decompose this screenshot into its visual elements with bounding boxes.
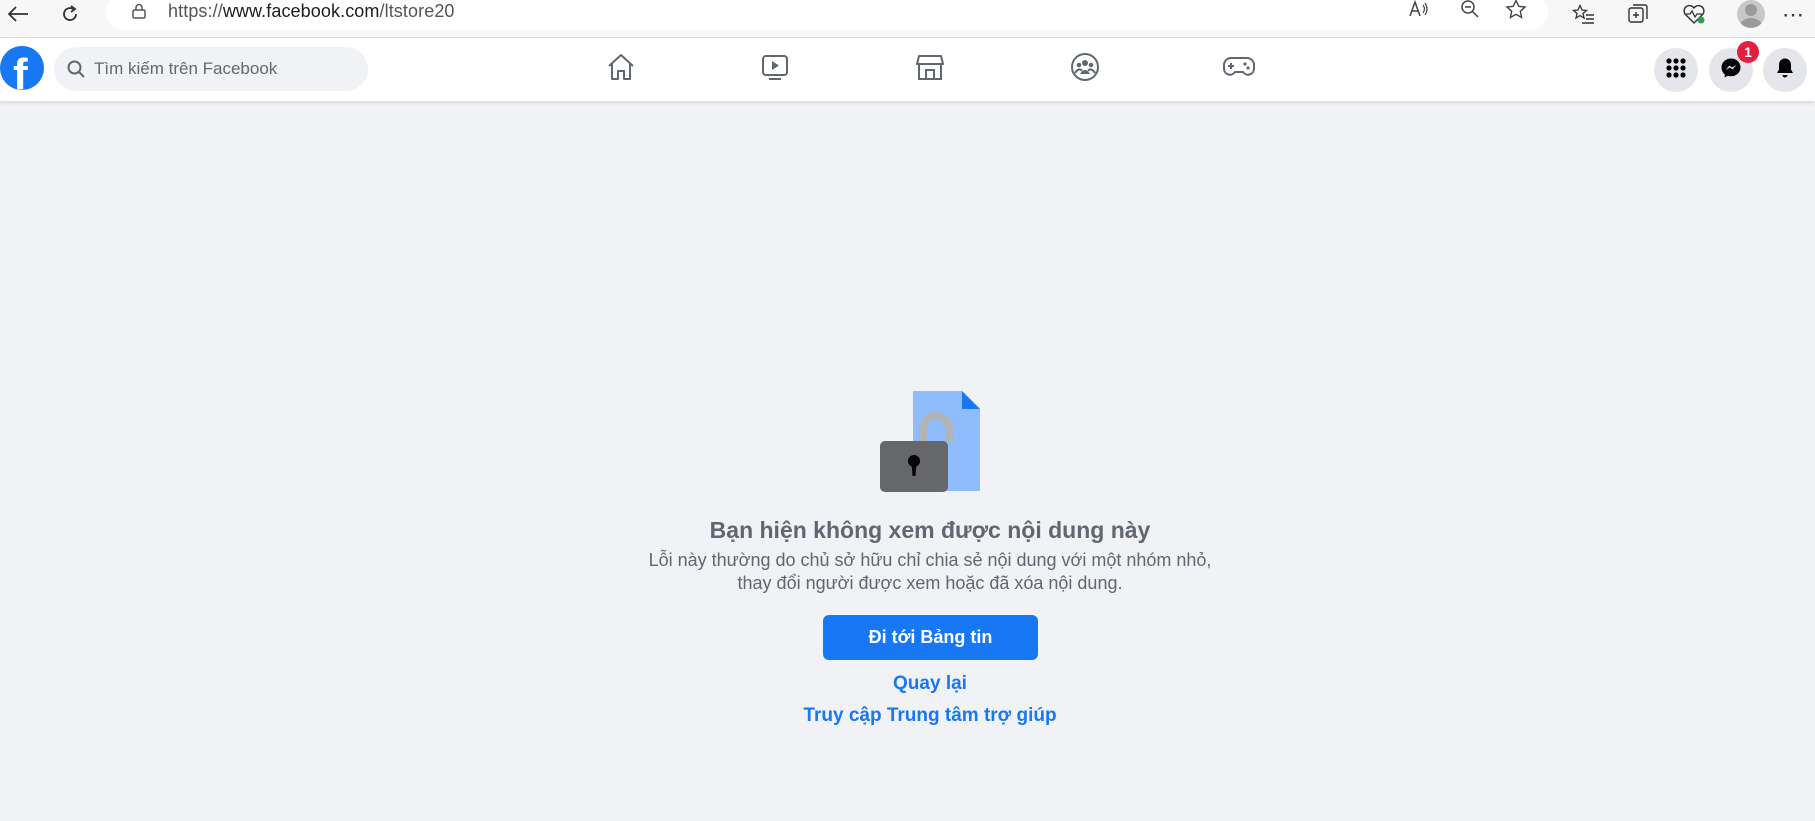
go-back-link[interactable]: Quay lại — [0, 673, 1815, 695]
facebook-header: f 1 — [0, 38, 1815, 101]
zoom-out-icon[interactable] — [1455, 0, 1485, 22]
home-icon — [606, 53, 636, 86]
refresh-icon[interactable] — [52, 0, 88, 28]
marketplace-icon — [915, 53, 945, 86]
tab-home[interactable] — [565, 38, 677, 101]
grid-menu-icon — [1665, 57, 1687, 84]
content-unavailable-panel: Bạn hiện không xem được nội dung này Lỗi… — [0, 101, 1815, 821]
search-input[interactable] — [94, 47, 354, 91]
browser-essentials-icon[interactable] — [1676, 0, 1712, 28]
facebook-logo[interactable]: f — [0, 46, 44, 90]
notifications-button[interactable] — [1763, 48, 1807, 92]
search-icon — [66, 59, 86, 79]
help-center-link[interactable]: Truy cập Trung tâm trợ giúp — [0, 705, 1815, 727]
favorites-list-icon[interactable] — [1566, 0, 1602, 28]
url-path: /ltstore20 — [379, 1, 455, 21]
bell-icon — [1775, 57, 1795, 84]
facebook-search[interactable] — [54, 47, 368, 91]
browser-toolbar: https://www.facebook.com/ltstore20 ⋯ — [0, 0, 1815, 38]
collections-icon[interactable] — [1620, 0, 1656, 28]
read-aloud-icon[interactable] — [1404, 0, 1434, 22]
messenger-icon — [1720, 57, 1742, 84]
lock-icon[interactable] — [128, 0, 150, 22]
gaming-icon — [1222, 54, 1256, 85]
go-to-news-feed-button[interactable]: Đi tới Bảng tin — [823, 615, 1038, 660]
more-options-icon[interactable]: ⋯ — [1782, 2, 1805, 28]
address-bar[interactable]: https://www.facebook.com/ltstore20 — [106, 0, 1548, 30]
tab-video[interactable] — [719, 38, 831, 101]
favorite-star-icon[interactable] — [1501, 0, 1531, 22]
url-host: www.facebook.com — [222, 1, 380, 21]
video-icon — [760, 53, 790, 86]
tab-groups[interactable] — [1029, 38, 1141, 101]
menu-button[interactable] — [1654, 48, 1698, 92]
error-description: Lỗi này thường do chủ sở hữu chỉ chia sẻ… — [648, 550, 1212, 593]
locked-content-icon — [878, 389, 982, 493]
browser-profile-avatar[interactable] — [1737, 0, 1765, 28]
url-text: https://www.facebook.com/ltstore20 — [168, 1, 455, 22]
url-scheme: https:// — [168, 1, 223, 21]
tab-gaming[interactable] — [1183, 38, 1295, 101]
groups-icon — [1070, 52, 1100, 87]
page-title: Bạn hiện không xem được nội dung này — [709, 517, 1151, 543]
messenger-notification-badge: 1 — [1737, 41, 1759, 63]
tab-marketplace[interactable] — [874, 38, 986, 101]
back-arrow-icon[interactable] — [0, 0, 36, 28]
